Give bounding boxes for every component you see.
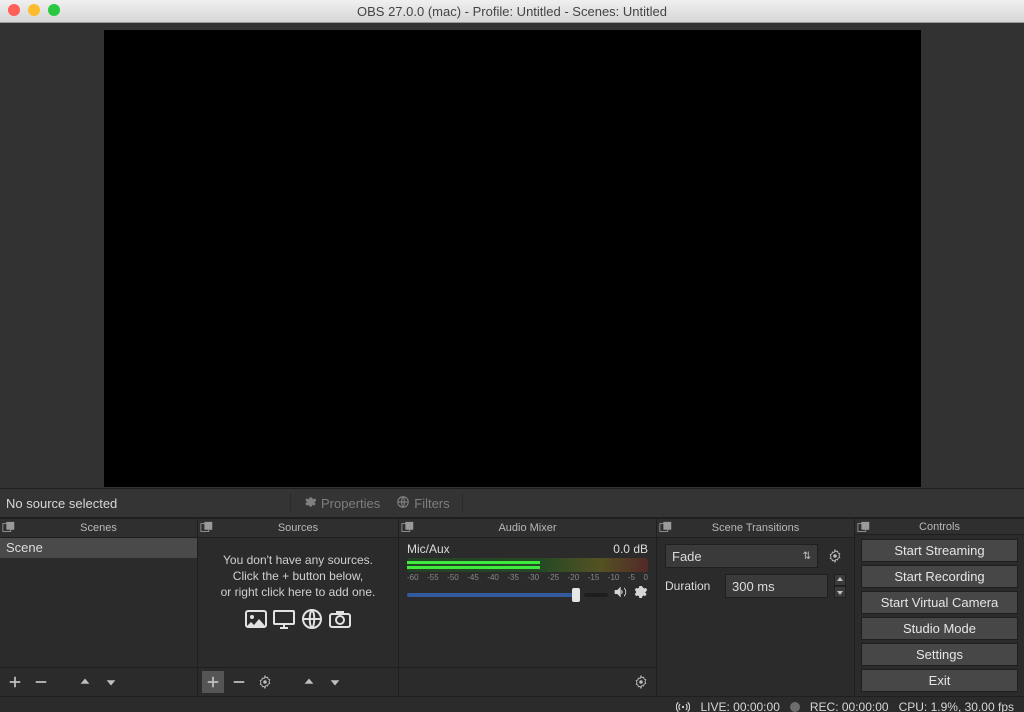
scene-down-button[interactable] [100,671,122,693]
popout-icon[interactable] [857,521,871,535]
mixer-settings-button[interactable] [630,671,652,693]
zoom-window-button[interactable] [48,4,60,16]
controls-title: Controls [919,521,960,533]
source-down-button[interactable] [324,671,346,693]
chevron-updown-icon: ⇅ [803,551,811,562]
transition-select[interactable]: Fade ⇅ [665,544,818,568]
audio-channel: Mic/Aux 0.0 dB -60-55-50-45-40-35-30-25-… [399,538,656,605]
globe-icon [396,495,410,512]
studio-mode-button[interactable]: Studio Mode [861,617,1018,640]
sources-list[interactable]: You don't have any sources. Click the + … [198,538,398,667]
minimize-window-button[interactable] [28,4,40,16]
duration-stepper[interactable] [834,574,846,598]
add-source-button[interactable] [202,671,224,693]
preview-area [0,23,1024,488]
sources-title: Sources [278,522,318,534]
remove-scene-button[interactable] [30,671,52,693]
scene-up-button[interactable] [74,671,96,693]
gear-icon [303,495,317,512]
scenes-list[interactable]: Scene [0,538,197,667]
sources-empty-l3: or right click here to add one. [221,585,376,599]
camera-icon [328,607,352,634]
popout-icon[interactable] [2,521,16,535]
properties-label: Properties [321,496,380,511]
globe-icon [300,607,324,634]
start-virtual-camera-button[interactable]: Start Virtual Camera [861,591,1018,614]
controls-panel: Controls Start Streaming Start Recording S… [855,519,1024,696]
filters-button[interactable]: Filters [390,493,455,514]
titlebar: OBS 27.0.0 (mac) - Profile: Untitled - S… [0,0,1024,23]
exit-button[interactable]: Exit [861,669,1018,692]
duration-input[interactable]: 300 ms [725,574,828,598]
status-rec: REC: 00:00:00 [810,700,889,712]
channel-settings-button[interactable] [632,584,648,605]
sources-panel: Sources You don't have any sources. Clic… [198,519,399,696]
transition-selected: Fade [672,549,702,564]
status-live: LIVE: 00:00:00 [700,700,779,712]
channel-level: 0.0 dB [613,542,648,556]
scene-item[interactable]: Scene [0,538,197,558]
transition-settings-button[interactable] [824,545,846,567]
volume-slider[interactable] [407,593,580,597]
record-indicator-icon [790,702,800,712]
mixer-title: Audio Mixer [498,522,556,534]
channel-name: Mic/Aux [407,542,450,556]
popout-icon[interactable] [401,521,415,535]
window-title: OBS 27.0.0 (mac) - Profile: Untitled - S… [0,4,1024,19]
scenes-panel: Scenes Scene [0,519,198,696]
close-window-button[interactable] [8,4,20,16]
scene-transitions-panel: Scene Transitions Fade ⇅ Duration 300 ms [657,519,855,696]
audio-mixer-panel: Audio Mixer Mic/Aux 0.0 dB -60-55-50-45-… [399,519,657,696]
add-scene-button[interactable] [4,671,26,693]
audio-meter [407,558,648,572]
source-toolbar: No source selected Properties Filters [0,488,1024,518]
remove-source-button[interactable] [228,671,250,693]
sources-empty-l1: You don't have any sources. [223,553,373,567]
image-icon [244,607,268,634]
start-streaming-button[interactable]: Start Streaming [861,539,1018,562]
properties-button[interactable]: Properties [297,493,386,514]
mute-button[interactable] [612,584,628,605]
duration-label: Duration [665,579,719,593]
transitions-title: Scene Transitions [712,522,799,534]
scenes-title: Scenes [80,522,117,534]
popout-icon[interactable] [200,521,214,535]
filters-label: Filters [414,496,449,511]
broadcast-icon [676,700,690,712]
source-up-button[interactable] [298,671,320,693]
source-status: No source selected [6,496,284,511]
settings-button[interactable]: Settings [861,643,1018,666]
status-bar: LIVE: 00:00:00 REC: 00:00:00 CPU: 1.9%, … [0,696,1024,712]
source-properties-button[interactable] [254,671,276,693]
preview-canvas[interactable] [104,30,921,487]
display-icon [272,607,296,634]
sources-empty-l2: Click the + button below, [233,569,363,583]
start-recording-button[interactable]: Start Recording [861,565,1018,588]
popout-icon[interactable] [659,521,673,535]
status-cpu: CPU: 1.9%, 30.00 fps [899,700,1014,712]
